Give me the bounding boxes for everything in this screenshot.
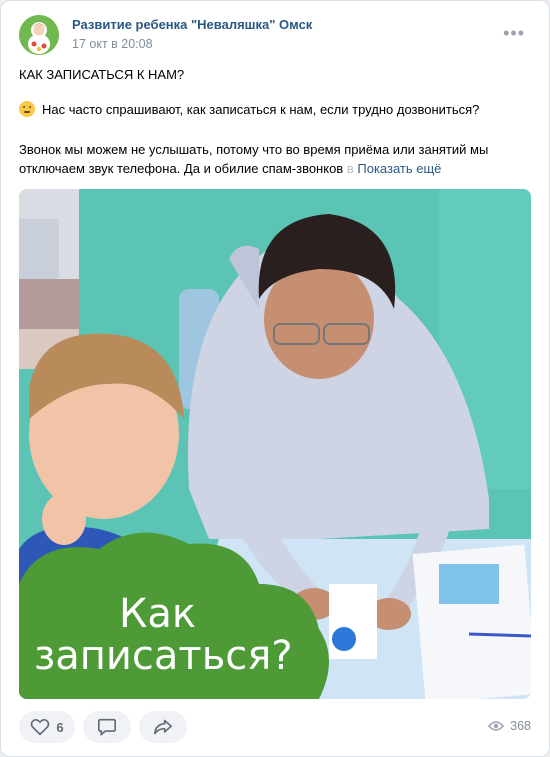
- eye-icon: [488, 721, 505, 731]
- comment-icon: [98, 718, 116, 736]
- post-line-2: Звонок мы можем не услышать, потому что …: [19, 142, 489, 157]
- heart-icon: [31, 719, 50, 736]
- share-button[interactable]: [139, 711, 187, 743]
- caption-line-2: записаться?: [34, 633, 293, 679]
- caption-line-1: Как: [119, 591, 196, 637]
- more-dots-icon[interactable]: •••: [503, 23, 525, 44]
- show-more-link[interactable]: Показать ещё: [357, 161, 441, 176]
- post-heading: КАК ЗАПИСАТЬСЯ К НАМ?: [19, 67, 185, 82]
- post-line-1: Нас часто спрашивают, как записаться к н…: [42, 102, 480, 117]
- community-avatar[interactable]: [19, 15, 59, 55]
- doll-logo-icon: [19, 15, 59, 55]
- like-button[interactable]: 6: [19, 711, 75, 743]
- comment-button[interactable]: [83, 711, 131, 743]
- post-card: Развитие ребенка "Неваляшка" Омск 17 окт…: [0, 0, 550, 757]
- post-line-3: отключаем звук телефона. Да и обилие спа…: [19, 161, 344, 176]
- likes-count: 6: [56, 719, 64, 735]
- share-icon: [154, 719, 172, 735]
- views-counter: 368: [488, 719, 531, 733]
- views-count: 368: [510, 719, 531, 733]
- post-line-3-fade: в: [346, 161, 354, 176]
- post-header: Развитие ребенка "Неваляшка" Омск 17 окт…: [19, 15, 531, 55]
- community-name[interactable]: Развитие ребенка "Неваляшка" Омск: [72, 17, 312, 32]
- post-paragraph-2-end: отключаем звук телефона. Да и обилие спа…: [19, 159, 531, 178]
- post-actions: 6 368: [19, 711, 531, 743]
- post-paragraph-1: Нас часто спрашивают, как записаться к н…: [19, 100, 531, 119]
- thinking-face-icon: [19, 101, 35, 117]
- post-date[interactable]: 17 окт в 20:08: [72, 37, 153, 51]
- post-photo[interactable]: Как записаться?: [19, 189, 531, 699]
- photo-illustration: Как записаться?: [19, 189, 531, 699]
